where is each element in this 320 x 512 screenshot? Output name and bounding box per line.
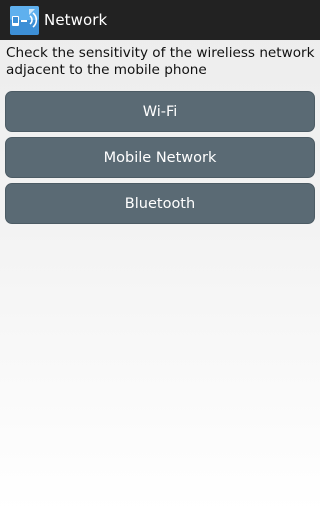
bluetooth-button[interactable]: Bluetooth [5, 183, 315, 224]
wifi-button[interactable]: Wi-Fi [5, 91, 315, 132]
instruction-text: Check the sensitivity of the wireliess n… [6, 45, 315, 78]
network-app-icon[interactable] [10, 5, 39, 35]
mobile-network-button[interactable]: Mobile Network [5, 137, 315, 178]
action-bar: Network [0, 0, 320, 40]
action-bar-title: Network [44, 11, 108, 29]
